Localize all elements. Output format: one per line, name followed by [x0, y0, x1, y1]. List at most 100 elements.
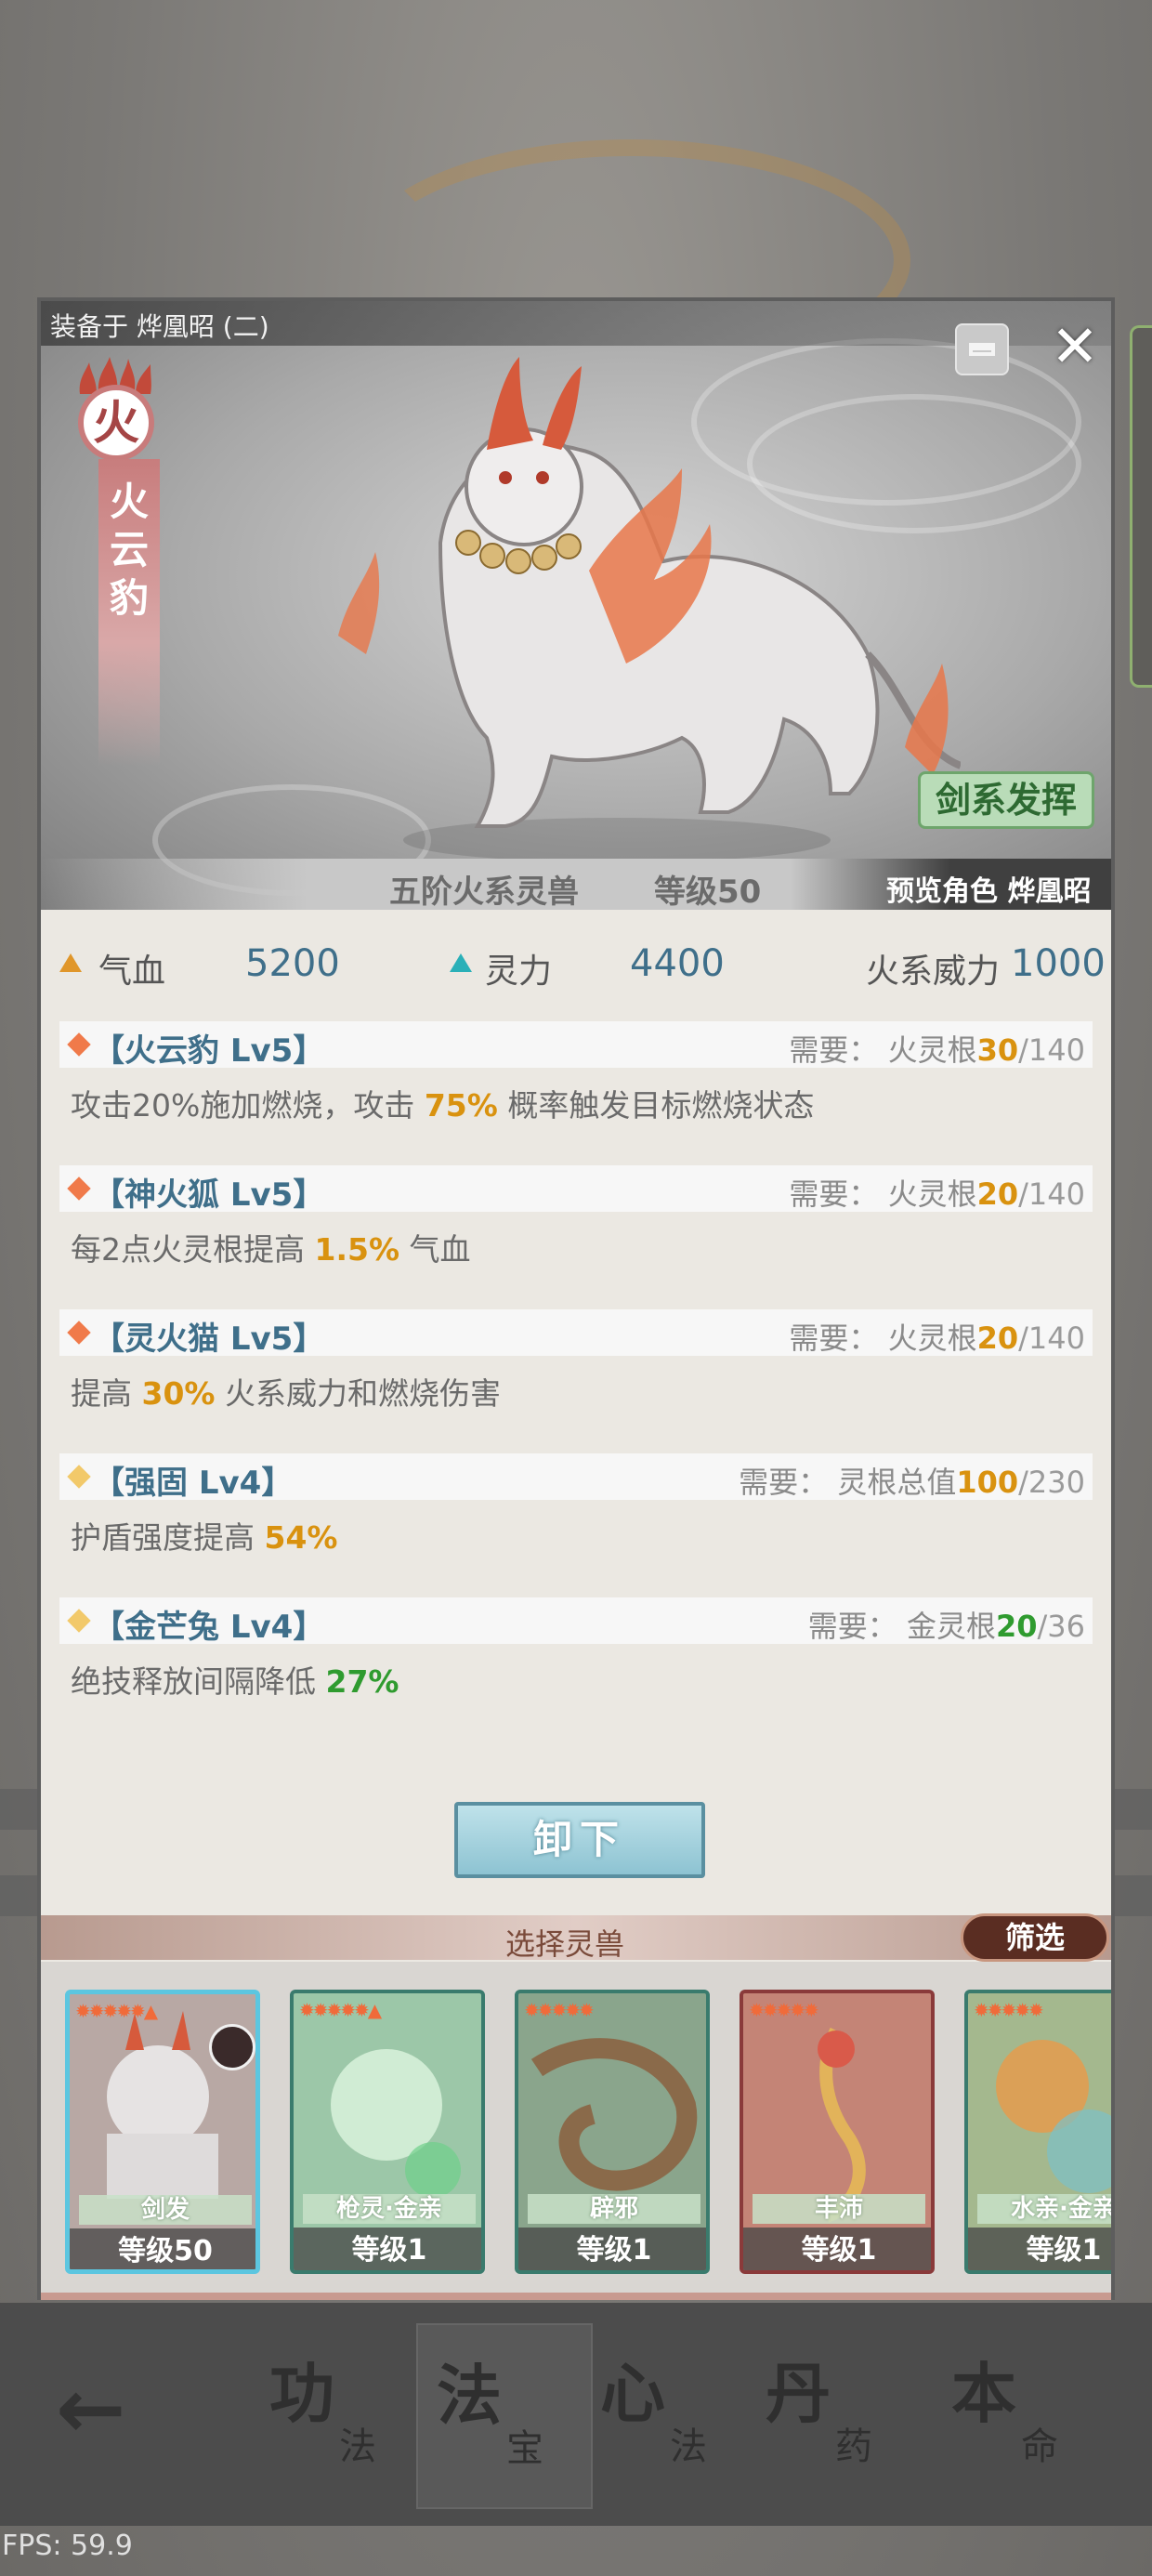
fire-power-value: 1000	[1011, 942, 1106, 985]
diamond-icon	[67, 1609, 91, 1633]
beast-card-tag: 剑发	[79, 2195, 252, 2225]
skill-name: 【金芒兔 Lv4】	[93, 1609, 325, 1646]
req-current: 20	[976, 1321, 1019, 1356]
skill-description: 攻击20%施加燃烧，攻击 75% 概率触发目标燃烧状态	[71, 1081, 814, 1125]
req-max: /140	[1018, 1176, 1085, 1212]
skill-description: 提高 30% 火系威力和燃烧伤害	[71, 1369, 501, 1413]
beast-card[interactable]: ✹✹✹✹✹▲ 枪灵·金亲 等级1	[290, 1990, 485, 2274]
req-label: 需要： 火灵根	[789, 1321, 977, 1356]
beast-card-level: 等级1	[294, 2228, 481, 2270]
skill-requirement: 需要： 火灵根20/140	[789, 1171, 1085, 1214]
skill-header: 【金芒兔 Lv4】 需要： 金灵根20/36	[59, 1597, 1093, 1646]
skill-name: 【灵火猫 Lv5】	[93, 1321, 325, 1358]
desc-text: 攻击20%施加燃烧，攻击	[71, 1087, 425, 1124]
nav-item-xinfa[interactable]: 心 法	[582, 2323, 758, 2509]
beast-card[interactable]: ✹✹✹✹✹▲ 剑发 等级50	[65, 1990, 260, 2274]
desc-highlight: 1.5%	[314, 1231, 400, 1268]
skill-description: 每2点火灵根提高 1.5% 气血	[71, 1225, 471, 1269]
star-rating: ✹✹✹✹✹	[974, 1999, 1044, 2021]
desc-highlight: 75%	[424, 1087, 498, 1124]
req-current: 20	[995, 1609, 1038, 1644]
fire-leopard-illustration	[338, 357, 961, 862]
skill-name: 【火云豹 Lv5】	[93, 1032, 325, 1070]
back-arrow-icon[interactable]: ←	[56, 2360, 125, 2458]
nav-item-main: 本	[951, 2355, 1016, 2432]
beast-tier: 五阶火系灵兽	[389, 874, 579, 910]
diamond-icon	[67, 1465, 91, 1489]
diamond-icon	[67, 1321, 91, 1345]
skill-header: 【灵火猫 Lv5】 需要： 火灵根20/140	[59, 1309, 1093, 1358]
beast-card-tag: 辟邪	[528, 2194, 700, 2224]
beast-card[interactable]: ✹✹✹✹✹ 辟邪 等级1	[515, 1990, 710, 2274]
nav-item-danyao[interactable]: 丹 药	[747, 2323, 923, 2509]
equipped-by-label: 装备于 烨凰昭 (二)	[50, 311, 269, 342]
skill-requirement: 需要： 火灵根20/140	[789, 1315, 1085, 1358]
collapse-icon	[969, 343, 995, 356]
beast-card-level: 等级1	[968, 2228, 1111, 2270]
tier-bar: 五阶火系灵兽 等级50 预览角色 烨凰昭	[41, 859, 1111, 910]
filter-button[interactable]: 筛选	[961, 1913, 1109, 1962]
beast-card-tag: 枪灵·金亲	[303, 2194, 476, 2224]
star-rating: ✹✹✹✹✹	[749, 1999, 819, 2021]
req-max: /140	[1018, 1032, 1085, 1068]
desc-text: 护盾强度提高	[71, 1519, 265, 1556]
hp-label: 气血	[98, 953, 166, 991]
beast-card[interactable]: ✹✹✹✹✹ 丰沛 等级1	[740, 1990, 935, 2274]
skill-requirement: 需要： 灵根总值100/230	[739, 1459, 1085, 1502]
modal-bottom-border	[41, 2293, 1111, 2300]
nav-item-sub: 药	[835, 2425, 872, 2468]
nav-item-main: 心	[600, 2355, 665, 2432]
req-label: 需要： 火灵根	[789, 1032, 977, 1068]
req-current: 30	[976, 1032, 1019, 1068]
desc-highlight: 30%	[141, 1375, 216, 1412]
star-rating: ✹✹✹✹✹▲	[299, 1999, 382, 2021]
nav-item-main: 法	[437, 2357, 502, 2434]
req-current: 100	[956, 1465, 1019, 1500]
skill-header: 【神火狐 Lv5】 需要： 火灵根20/140	[59, 1165, 1093, 1214]
diamond-icon	[67, 1032, 91, 1057]
spirit-triangle-icon	[450, 953, 472, 972]
nav-item-benming[interactable]: 本 命	[933, 2323, 1109, 2509]
skill-name: 【强固 Lv4】	[93, 1465, 294, 1502]
beast-card-level: 等级1	[743, 2228, 931, 2270]
sword-style-tag[interactable]: 剑系发挥	[918, 771, 1094, 829]
desc-text: 火系威力和燃烧伤害	[215, 1375, 501, 1412]
req-max: /36	[1037, 1609, 1086, 1644]
collapse-button[interactable]	[955, 323, 1009, 375]
desc-text: 概率触发目标燃烧状态	[497, 1087, 815, 1124]
desc-text: 气血	[399, 1231, 471, 1268]
stats-row: 气血 5200 灵力 4400 火系威力 1000	[41, 933, 1111, 998]
select-beast-title: 选择灵兽	[505, 1926, 625, 1962]
skill-description: 护盾强度提高 54%	[71, 1513, 338, 1557]
element-badge: 火	[78, 385, 154, 461]
beast-level: 等级50	[654, 874, 762, 910]
owner-avatar	[209, 2024, 255, 2070]
select-beast-header: 选择灵兽	[41, 1915, 1111, 1962]
nav-item-main: 丹	[766, 2355, 831, 2432]
preview-character: 预览角色 烨凰昭	[886, 875, 1092, 908]
diamond-icon	[67, 1176, 91, 1201]
nav-item-main: 功	[269, 2355, 334, 2432]
unequip-button[interactable]: 卸下	[454, 1802, 705, 1878]
spirit-label: 灵力	[485, 953, 553, 991]
skill-name: 【神火狐 Lv5】	[93, 1176, 325, 1214]
desc-highlight: 27%	[325, 1663, 399, 1700]
skill-header: 【强固 Lv4】 需要： 灵根总值100/230	[59, 1453, 1093, 1502]
close-button[interactable]: ✕	[1044, 316, 1106, 377]
beast-hero-panel: 装备于 烨凰昭 (二) ✕ 火 火云豹 剑系发挥 五阶火系灵兽 等级50 预览角…	[41, 301, 1111, 910]
req-label: 需要： 金灵根	[807, 1609, 996, 1644]
beast-card-list: ✹✹✹✹✹▲ 剑发 等级50 ✹✹✹✹✹▲ 枪灵·金亲 等级1 ✹✹✹✹✹ 辟邪…	[41, 1962, 1111, 2293]
beast-card[interactable]: ✹✹✹✹✹ 水亲·金亲 等级1	[964, 1990, 1111, 2274]
req-max: /230	[1018, 1465, 1085, 1500]
equipped-by-bar: 装备于 烨凰昭 (二)	[41, 301, 1111, 346]
star-rating: ✹✹✹✹✹	[524, 1999, 595, 2021]
beast-card-level: 等级1	[518, 2228, 706, 2270]
nav-item-fabao[interactable]: 法 宝	[416, 2323, 593, 2509]
req-label: 需要： 火灵根	[789, 1176, 977, 1212]
nav-item-gongfa[interactable]: 功 法	[251, 2323, 427, 2509]
star-rating: ✹✹✹✹✹▲	[75, 2000, 158, 2022]
fps-counter: FPS: 59.9	[2, 2530, 133, 2562]
background-side-tab	[1130, 325, 1152, 688]
nav-item-sub: 命	[1021, 2425, 1058, 2468]
desc-text: 提高	[71, 1375, 142, 1412]
